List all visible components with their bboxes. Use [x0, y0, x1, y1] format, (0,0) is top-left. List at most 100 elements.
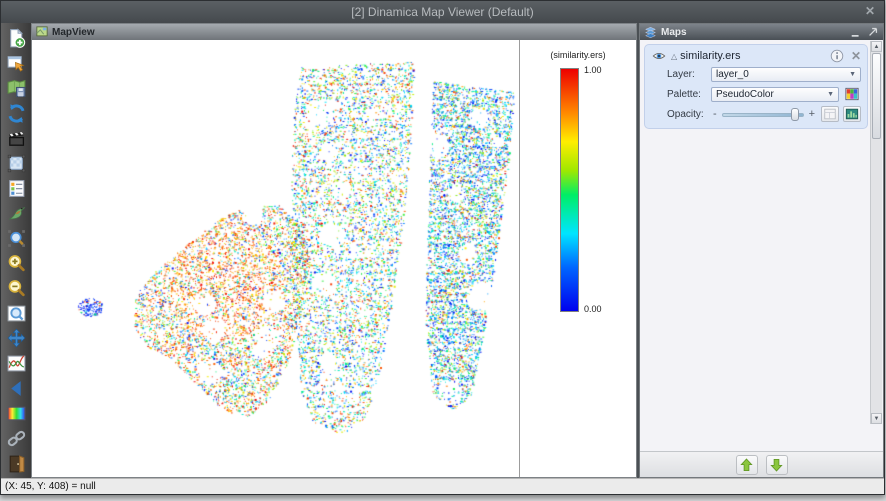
zoom-out-icon	[6, 278, 27, 299]
layer-visibility-button[interactable]	[651, 49, 667, 63]
palette-select-value: PseudoColor	[716, 89, 774, 100]
info-icon	[830, 49, 844, 63]
zoom-out-button[interactable]	[3, 276, 29, 301]
move-layer-up-button[interactable]	[736, 455, 758, 475]
scrollbar-thumb[interactable]	[872, 53, 881, 139]
palette-tool-button[interactable]	[3, 401, 29, 426]
chevron-down-icon: ▼	[849, 71, 856, 78]
layer-select[interactable]: layer_0 ▼	[711, 67, 861, 82]
bird-tool-button[interactable]	[3, 201, 29, 226]
opacity-row: Opacity: - +	[651, 106, 861, 122]
maps-scrollbar[interactable]: ▲ ▼	[870, 41, 882, 424]
legend-title: (similarity.ers)	[520, 50, 636, 60]
back-icon	[6, 378, 27, 399]
legend-max-label: 1.00	[584, 65, 602, 75]
main-area: MapView (similarity.ers) 1.00 0.00	[1, 23, 884, 478]
palette-editor-button[interactable]	[843, 86, 861, 102]
window-title: [2] Dinamica Map Viewer (Default)	[351, 5, 534, 19]
green-down-arrow-icon	[769, 457, 784, 473]
palette-tool-icon	[6, 403, 27, 424]
profile-tool-button[interactable]	[3, 351, 29, 376]
new-map-icon	[6, 28, 27, 49]
opacity-label: Opacity:	[667, 109, 711, 120]
opacity-plus-button[interactable]: +	[807, 108, 817, 120]
map-body: (similarity.ers) 1.00 0.00	[32, 40, 636, 477]
animation-icon	[6, 128, 27, 149]
collapse-icon[interactable]: △	[671, 52, 677, 61]
pan-icon	[6, 328, 27, 349]
tile-selection-button[interactable]	[3, 151, 29, 176]
refresh-button[interactable]	[3, 101, 29, 126]
maps-panel-body: △ similarity.ers ✕ Layer: layer_0 ▼	[640, 40, 883, 451]
pan-button[interactable]	[3, 326, 29, 351]
zoom-extent-button[interactable]	[3, 301, 29, 326]
zoom-extent-icon	[6, 303, 27, 324]
minimize-icon	[850, 26, 862, 38]
eye-icon	[652, 49, 666, 63]
dialog-grid-icon	[823, 107, 837, 121]
map-canvas[interactable]	[32, 40, 519, 477]
zoom-in-icon	[6, 253, 27, 274]
maps-panel-title: Maps	[661, 27, 687, 38]
layer-row: Layer: layer_0 ▼	[651, 67, 861, 82]
zoom-selection-icon	[6, 228, 27, 249]
status-bar: (X: 45, Y: 408) = null	[1, 478, 884, 494]
toolbar	[1, 23, 31, 478]
legend-gradient-bar	[560, 68, 579, 312]
maps-panel-footer	[640, 451, 883, 477]
mapview-header: MapView	[32, 24, 636, 40]
animation-button[interactable]	[3, 126, 29, 151]
profile-tool-icon	[6, 353, 27, 374]
select-tool-button[interactable]	[3, 51, 29, 76]
save-map-button[interactable]	[3, 76, 29, 101]
select-tool-icon	[6, 53, 27, 74]
legend: (similarity.ers) 1.00 0.00	[520, 40, 636, 477]
link-tool-button[interactable]	[3, 426, 29, 451]
legend-editor-button[interactable]	[3, 176, 29, 201]
layer-info-button[interactable]	[829, 49, 845, 63]
layers-icon	[644, 26, 657, 39]
move-layer-down-button[interactable]	[766, 455, 788, 475]
zoom-selection-button[interactable]	[3, 226, 29, 251]
mapview-icon	[36, 26, 48, 38]
mapview-panel: MapView (similarity.ers) 1.00 0.00	[31, 23, 637, 478]
palette-grid-icon	[845, 87, 859, 101]
palette-label: Palette:	[667, 89, 711, 100]
layer-card-title-row: △ similarity.ers ✕	[651, 49, 861, 63]
layer-card: △ similarity.ers ✕ Layer: layer_0 ▼	[644, 44, 868, 129]
mapview-title: MapView	[52, 27, 95, 38]
maps-undock-button[interactable]	[866, 26, 879, 39]
bird-tool-icon	[6, 203, 27, 224]
histogram-button[interactable]	[843, 106, 861, 122]
opacity-slider-handle[interactable]	[791, 108, 799, 121]
palette-select[interactable]: PseudoColor ▼	[711, 87, 839, 102]
link-tool-icon	[6, 428, 27, 449]
chevron-down-icon: ▼	[827, 91, 834, 98]
exit-icon	[6, 453, 27, 474]
green-up-arrow-icon	[739, 457, 754, 473]
layer-select-value: layer_0	[716, 69, 749, 80]
cursor-coordinates: (X: 45, Y: 408) = null	[5, 481, 96, 492]
tile-selection-icon	[6, 153, 27, 174]
window-close-icon[interactable]: ✕	[865, 4, 875, 18]
maps-panel: Maps △ similarity.ers ✕	[639, 23, 884, 478]
layer-name: similarity.ers	[680, 50, 740, 62]
new-map-button[interactable]	[3, 26, 29, 51]
exit-button[interactable]	[3, 451, 29, 476]
scroll-up-button[interactable]: ▲	[871, 41, 882, 52]
maps-minimize-button[interactable]	[849, 26, 862, 39]
save-map-icon	[6, 78, 27, 99]
opacity-slider[interactable]	[722, 108, 804, 121]
layer-close-button[interactable]: ✕	[851, 50, 861, 62]
undock-icon	[867, 26, 879, 38]
back-button[interactable]	[3, 376, 29, 401]
histogram-icon	[845, 107, 859, 121]
layer-dialog-button[interactable]	[821, 106, 839, 122]
palette-row: Palette: PseudoColor ▼	[651, 86, 861, 102]
screen: [2] Dinamica Map Viewer (Default) ✕ MapV…	[0, 0, 886, 501]
scroll-down-button[interactable]: ▼	[871, 413, 882, 424]
title-bar: [2] Dinamica Map Viewer (Default) ✕	[1, 1, 884, 23]
zoom-in-button[interactable]	[3, 251, 29, 276]
legend-min-label: 0.00	[584, 304, 602, 314]
opacity-minus-button[interactable]: -	[711, 108, 719, 120]
